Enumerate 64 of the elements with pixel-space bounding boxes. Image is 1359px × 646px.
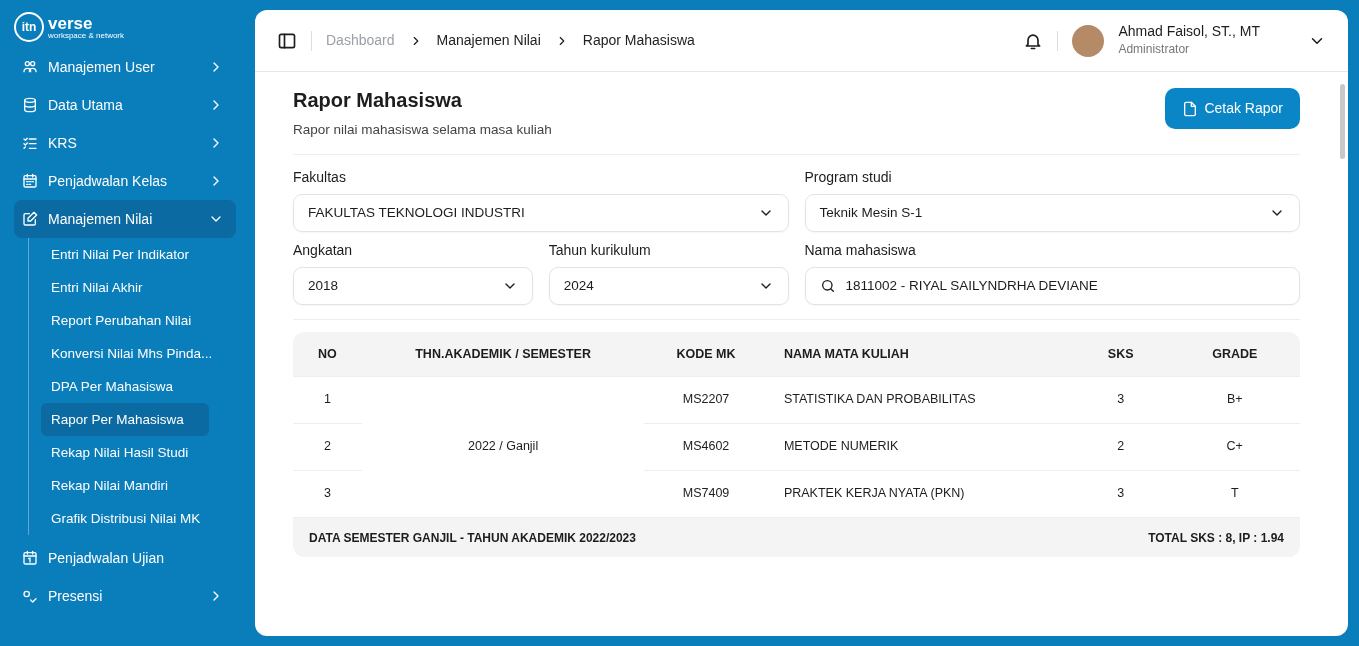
- table-cell: C+: [1169, 423, 1300, 471]
- submenu-item[interactable]: Report Perubahan Nilai: [41, 304, 209, 337]
- users-icon: [22, 59, 38, 75]
- user-name: Ahmad Faisol, ST., MT: [1118, 23, 1260, 40]
- search-field[interactable]: 1811002 - RIYAL SAILYNDRHA DEVIANE: [804, 267, 1300, 306]
- sidebar-item[interactable]: KRS: [14, 124, 236, 162]
- database-icon: [22, 97, 38, 113]
- search-icon: [819, 278, 836, 295]
- logo-text: verse: [48, 14, 94, 32]
- table-cell: 3: [293, 470, 362, 518]
- field-label: Nama mahasiswa: [804, 241, 917, 261]
- submenu-item[interactable]: Entri Nilai Per Indikator: [41, 238, 209, 271]
- edit-icon: [22, 211, 38, 227]
- field-label: Program studi: [804, 168, 893, 188]
- table-cell: 2: [1071, 423, 1170, 471]
- table-cell: METODE NUMERIK: [767, 423, 1072, 471]
- table-cell: PRAKTEK KERJA NYATA (PKN): [767, 470, 1072, 518]
- table-cell: B+: [1169, 376, 1300, 424]
- field-label: Fakultas: [293, 168, 347, 188]
- sidebar-item[interactable]: Data Utama: [14, 86, 236, 124]
- print-button[interactable]: Cetak Rapor: [1165, 88, 1300, 129]
- field-label: Tahun kurikulum: [548, 241, 652, 261]
- sidebar-item[interactable]: Penjadwalan Ujian: [14, 539, 236, 577]
- table-cell: 2022 / Ganjil: [361, 376, 645, 518]
- user-check-icon: [22, 588, 38, 604]
- page-subtitle: Rapor nilai mahasiswa selama masa kuliah: [293, 121, 552, 139]
- table-cell: 1: [293, 376, 362, 424]
- checklist-icon: [22, 135, 38, 151]
- breadcrumb-link[interactable]: Rapor Mahasiswa: [582, 30, 695, 51]
- sidebar-item[interactable]: Manajemen Nilai: [14, 200, 236, 238]
- pdf-file-icon: [1182, 100, 1199, 117]
- select-field[interactable]: FAKULTAS TEKNOLOGI INDUSTRI: [293, 194, 789, 233]
- submenu-item[interactable]: Rekap Nilai Mandiri: [41, 469, 209, 502]
- table-cell: 2: [293, 423, 362, 471]
- table-cell: MS2207: [644, 376, 768, 424]
- table-cell: STATISTIKA DAN PROBABILITAS: [767, 376, 1072, 424]
- submenu-item[interactable]: Grafik Distribusi Nilai MK: [41, 502, 209, 535]
- submenu-item[interactable]: Konversi Nilai Mhs Pinda...: [41, 337, 209, 370]
- table-cell: MS4602: [644, 423, 768, 471]
- select-field[interactable]: 2018: [293, 267, 533, 306]
- select-field[interactable]: Teknik Mesin S-1: [804, 194, 1300, 233]
- calendar-icon: [22, 550, 38, 566]
- breadcrumb-link[interactable]: Manajemen Nilai: [436, 30, 541, 51]
- submenu-item[interactable]: Rekap Nilai Hasil Studi: [41, 436, 209, 469]
- logo-tagline: workspace & network: [48, 31, 125, 40]
- user-role: Administrator: [1118, 40, 1191, 58]
- submenu-item[interactable]: DPA Per Mahasiswa: [41, 370, 209, 403]
- table-cell: MS7409: [644, 470, 768, 518]
- sidebar-item[interactable]: Penjadwalan Kelas: [14, 162, 236, 200]
- table-cell: 3: [1071, 376, 1170, 424]
- table-cell: T: [1169, 470, 1300, 518]
- select-field[interactable]: 2024: [548, 267, 789, 306]
- page-title: Rapor Mahasiswa: [293, 88, 463, 112]
- sidebar-item[interactable]: Manajemen User: [14, 48, 236, 86]
- avatar: [1072, 24, 1105, 57]
- table-cell: 3: [1071, 470, 1170, 518]
- field-label: Angkatan: [293, 241, 354, 261]
- logo-mark: itn: [14, 12, 44, 42]
- sidebar-item[interactable]: Presensi: [14, 577, 236, 615]
- breadcrumb-link[interactable]: Dashboard: [326, 30, 395, 51]
- scrollbar-thumb[interactable]: [1340, 84, 1345, 159]
- calendar-icon: [22, 173, 38, 189]
- submenu-item[interactable]: Rapor Per Mahasiswa: [41, 403, 209, 436]
- submenu-item[interactable]: Entri Nilai Akhir: [41, 271, 209, 304]
